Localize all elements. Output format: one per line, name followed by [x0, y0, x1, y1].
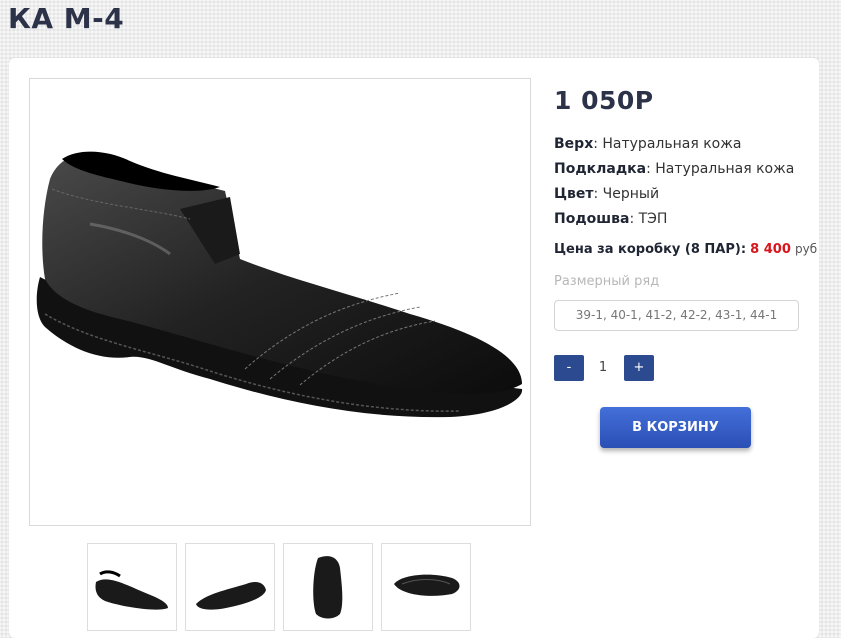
product-price: 1 050Р — [554, 86, 654, 115]
shoe-angled-view-icon — [196, 582, 266, 610]
product-card: 1 050Р Верх: Натуральная кожа Подкладка:… — [9, 58, 819, 638]
product-main-image[interactable] — [29, 78, 531, 526]
thumbnail-3[interactable] — [283, 543, 373, 631]
quantity-decrease-button[interactable]: - — [554, 355, 584, 381]
shoe-front-view-icon — [313, 556, 343, 619]
size-range-label: Размерный ряд — [554, 274, 660, 289]
shoe-side-view-icon — [95, 570, 168, 610]
box-price-unit: руб — [795, 242, 818, 256]
box-price-value: 8 400 — [750, 242, 791, 257]
spec-label: Подкладка — [554, 161, 647, 177]
spec-lining: Подкладка: Натуральная кожа — [554, 161, 794, 177]
quantity-value[interactable]: 1 — [592, 355, 614, 381]
thumbnail-2[interactable] — [185, 543, 275, 631]
spec-label: Верх — [554, 136, 594, 152]
spec-sole: Подошва: ТЭП — [554, 211, 667, 227]
spec-upper: Верх: Натуральная кожа — [554, 136, 741, 152]
thumbnail-1[interactable] — [87, 543, 177, 631]
spec-color: Цвет: Черный — [554, 186, 659, 202]
spec-value: : ТЭП — [629, 211, 668, 227]
shoe-sole-view-icon — [394, 574, 460, 596]
spec-value: : Черный — [593, 186, 660, 202]
add-to-cart-button[interactable]: В КОРЗИНУ — [600, 407, 751, 448]
box-price: Цена за коробку (8 ПАР): 8 400 руб — [554, 242, 817, 257]
spec-value: : Натуральная кожа — [593, 136, 742, 152]
spec-value: : Натуральная кожа — [646, 161, 795, 177]
spec-label: Цвет — [554, 186, 594, 202]
box-price-label: Цена за коробку (8 ПАР): — [554, 242, 747, 257]
shoe-image — [36, 151, 523, 418]
page-title: КА М-4 — [8, 2, 125, 35]
spec-label: Подошва — [554, 211, 630, 227]
size-range-field[interactable]: 39-1, 40-1, 41-2, 42-2, 43-1, 44-1 — [554, 300, 799, 331]
thumbnail-4[interactable] — [381, 543, 471, 631]
quantity-increase-button[interactable]: + — [624, 355, 654, 381]
